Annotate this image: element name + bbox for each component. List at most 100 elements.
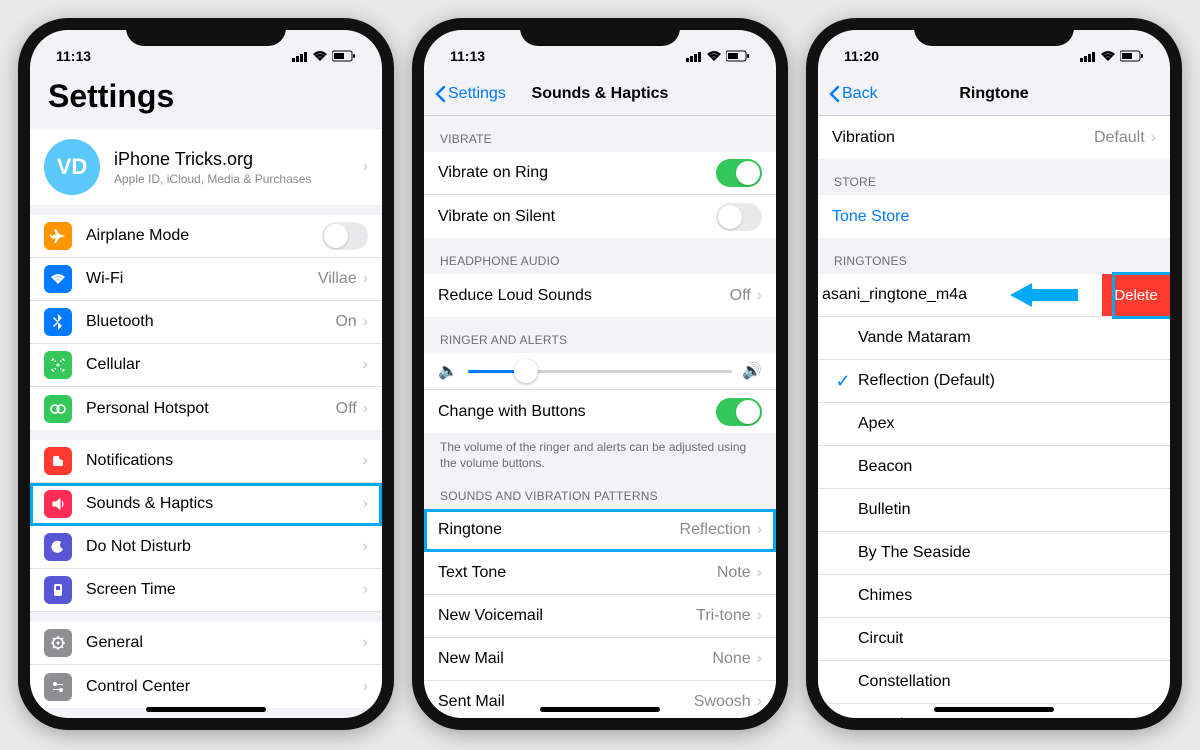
chevron-right-icon: › bbox=[363, 313, 368, 331]
list-item[interactable]: Beacon bbox=[818, 446, 1170, 489]
row-cellular[interactable]: Cellular › bbox=[30, 344, 382, 387]
checkmark-icon bbox=[832, 715, 854, 719]
list-item[interactable]: Bulletin bbox=[818, 489, 1170, 532]
checkmark-icon bbox=[832, 672, 854, 693]
row-bluetooth[interactable]: Bluetooth On › bbox=[30, 301, 382, 344]
row-label: Screen Time bbox=[86, 581, 363, 599]
signal-icon bbox=[1080, 51, 1096, 62]
list-item[interactable]: By The Seaside bbox=[818, 532, 1170, 575]
sounds-icon bbox=[44, 490, 72, 518]
row-vibrate-silent[interactable]: Vibrate on Silent bbox=[424, 195, 776, 238]
wifi-icon bbox=[706, 50, 722, 62]
toggle-vibrate-silent[interactable] bbox=[716, 203, 762, 231]
chevron-right-icon: › bbox=[363, 356, 368, 374]
row-value: Reflection bbox=[680, 521, 751, 539]
battery-icon bbox=[1120, 50, 1144, 62]
row-value: Swoosh bbox=[694, 693, 751, 711]
cellular-icon bbox=[44, 351, 72, 379]
row-do-not-disturb[interactable]: Do Not Disturb › bbox=[30, 526, 382, 569]
chevron-right-icon: › bbox=[757, 693, 762, 711]
chevron-left-icon bbox=[828, 85, 840, 103]
row-change-buttons[interactable]: Change with Buttons bbox=[424, 390, 776, 433]
row-sent-mail[interactable]: Sent Mail Swoosh › bbox=[424, 681, 776, 718]
chevron-right-icon: › bbox=[757, 287, 762, 305]
row-general[interactable]: General › bbox=[30, 622, 382, 665]
row-vibrate-ring[interactable]: Vibrate on Ring bbox=[424, 152, 776, 195]
row-wifi[interactable]: Wi-Fi Villae › bbox=[30, 258, 382, 301]
clock: 11:13 bbox=[450, 48, 485, 64]
page-title: Settings bbox=[30, 72, 382, 129]
notifications-icon bbox=[44, 447, 72, 475]
row-sounds-haptics[interactable]: Sounds & Haptics › bbox=[30, 483, 382, 526]
screen-settings: 11:13 Settings VD iPhone Tricks.org Appl… bbox=[30, 30, 382, 718]
account-row[interactable]: VD iPhone Tricks.org Apple ID, iCloud, M… bbox=[30, 129, 382, 205]
list-item[interactable]: Constellation bbox=[818, 661, 1170, 704]
notch bbox=[520, 18, 680, 46]
row-label: Constellation bbox=[858, 673, 1156, 691]
toggle-vibrate-ring[interactable] bbox=[716, 159, 762, 187]
row-label: New Voicemail bbox=[438, 607, 696, 625]
row-airplane-mode[interactable]: Airplane Mode bbox=[30, 215, 382, 258]
delete-label: Delete bbox=[1114, 287, 1157, 304]
wifi-icon bbox=[44, 265, 72, 293]
row-new-mail[interactable]: New Mail None › bbox=[424, 638, 776, 681]
airplane-icon bbox=[44, 222, 72, 250]
volume-slider-row[interactable]: 🔈 🔊 bbox=[424, 353, 776, 390]
back-button[interactable]: Settings bbox=[434, 85, 506, 103]
row-label: Reflection (Default) bbox=[858, 372, 1156, 390]
row-value: Default bbox=[1094, 129, 1145, 147]
row-text-tone[interactable]: Text Tone Note › bbox=[424, 552, 776, 595]
checkmark-icon bbox=[832, 414, 854, 435]
row-label: Do Not Disturb bbox=[86, 538, 363, 556]
row-tone-store[interactable]: Tone Store bbox=[818, 195, 1170, 238]
row-value: Off bbox=[336, 400, 357, 418]
row-label: Beacon bbox=[858, 458, 1156, 476]
chevron-right-icon: › bbox=[757, 607, 762, 625]
chevron-right-icon: › bbox=[757, 564, 762, 582]
list-item[interactable]: Apex bbox=[818, 403, 1170, 446]
toggle-change-buttons[interactable] bbox=[716, 398, 762, 426]
list-item[interactable]: Circuit bbox=[818, 618, 1170, 661]
notch bbox=[126, 18, 286, 46]
row-label: Control Center bbox=[86, 678, 363, 696]
bluetooth-icon bbox=[44, 308, 72, 336]
row-screen-time[interactable]: Screen Time › bbox=[30, 569, 382, 612]
list-item[interactable]: ✓ Reflection (Default) bbox=[818, 360, 1170, 403]
chevron-right-icon: › bbox=[363, 678, 368, 696]
section-vibrate: VIBRATE bbox=[424, 116, 776, 152]
row-reduce-loud[interactable]: Reduce Loud Sounds Off › bbox=[424, 274, 776, 317]
home-indicator[interactable] bbox=[540, 707, 660, 712]
home-indicator[interactable] bbox=[146, 707, 266, 712]
home-indicator[interactable] bbox=[934, 707, 1054, 712]
volume-slider[interactable] bbox=[468, 370, 732, 373]
general-icon bbox=[44, 629, 72, 657]
row-ringtone[interactable]: Ringtone Reflection › bbox=[424, 509, 776, 552]
section-ringtones: RINGTONES bbox=[818, 238, 1170, 274]
back-button[interactable]: Back bbox=[828, 85, 878, 103]
chevron-right-icon: › bbox=[363, 400, 368, 418]
airplane-toggle[interactable] bbox=[322, 222, 368, 250]
row-control-center[interactable]: Control Center › bbox=[30, 665, 382, 708]
row-new-voicemail[interactable]: New Voicemail Tri-tone › bbox=[424, 595, 776, 638]
row-label: Change with Buttons bbox=[438, 403, 716, 421]
list-item[interactable]: Vande Mataram bbox=[818, 317, 1170, 360]
row-custom-tone-swiped[interactable]: asani_ringtone_m4a Delete bbox=[818, 274, 1170, 317]
row-label: Cosmic bbox=[858, 716, 1156, 718]
row-label: Sounds & Haptics bbox=[86, 495, 363, 513]
dnd-icon bbox=[44, 533, 72, 561]
row-hotspot[interactable]: Personal Hotspot Off › bbox=[30, 387, 382, 430]
delete-button[interactable]: Delete bbox=[1102, 274, 1170, 316]
row-label: Text Tone bbox=[438, 564, 717, 582]
screen-sounds: 11:13 Settings Sounds & Haptics VIBRATE … bbox=[424, 30, 776, 718]
settings-scroll[interactable]: VD iPhone Tricks.org Apple ID, iCloud, M… bbox=[30, 129, 382, 718]
row-vibration[interactable]: Vibration Default › bbox=[818, 116, 1170, 159]
notch bbox=[914, 18, 1074, 46]
ringtone-scroll[interactable]: Vibration Default › STORE Tone Store RIN… bbox=[818, 116, 1170, 718]
nav-bar: Back Ringtone bbox=[818, 72, 1170, 116]
checkmark-icon bbox=[832, 328, 854, 349]
list-item[interactable]: Chimes bbox=[818, 575, 1170, 618]
status-right bbox=[1080, 50, 1144, 62]
row-notifications[interactable]: Notifications › bbox=[30, 440, 382, 483]
sounds-scroll[interactable]: VIBRATE Vibrate on Ring Vibrate on Silen… bbox=[424, 116, 776, 718]
chevron-right-icon: › bbox=[363, 581, 368, 599]
